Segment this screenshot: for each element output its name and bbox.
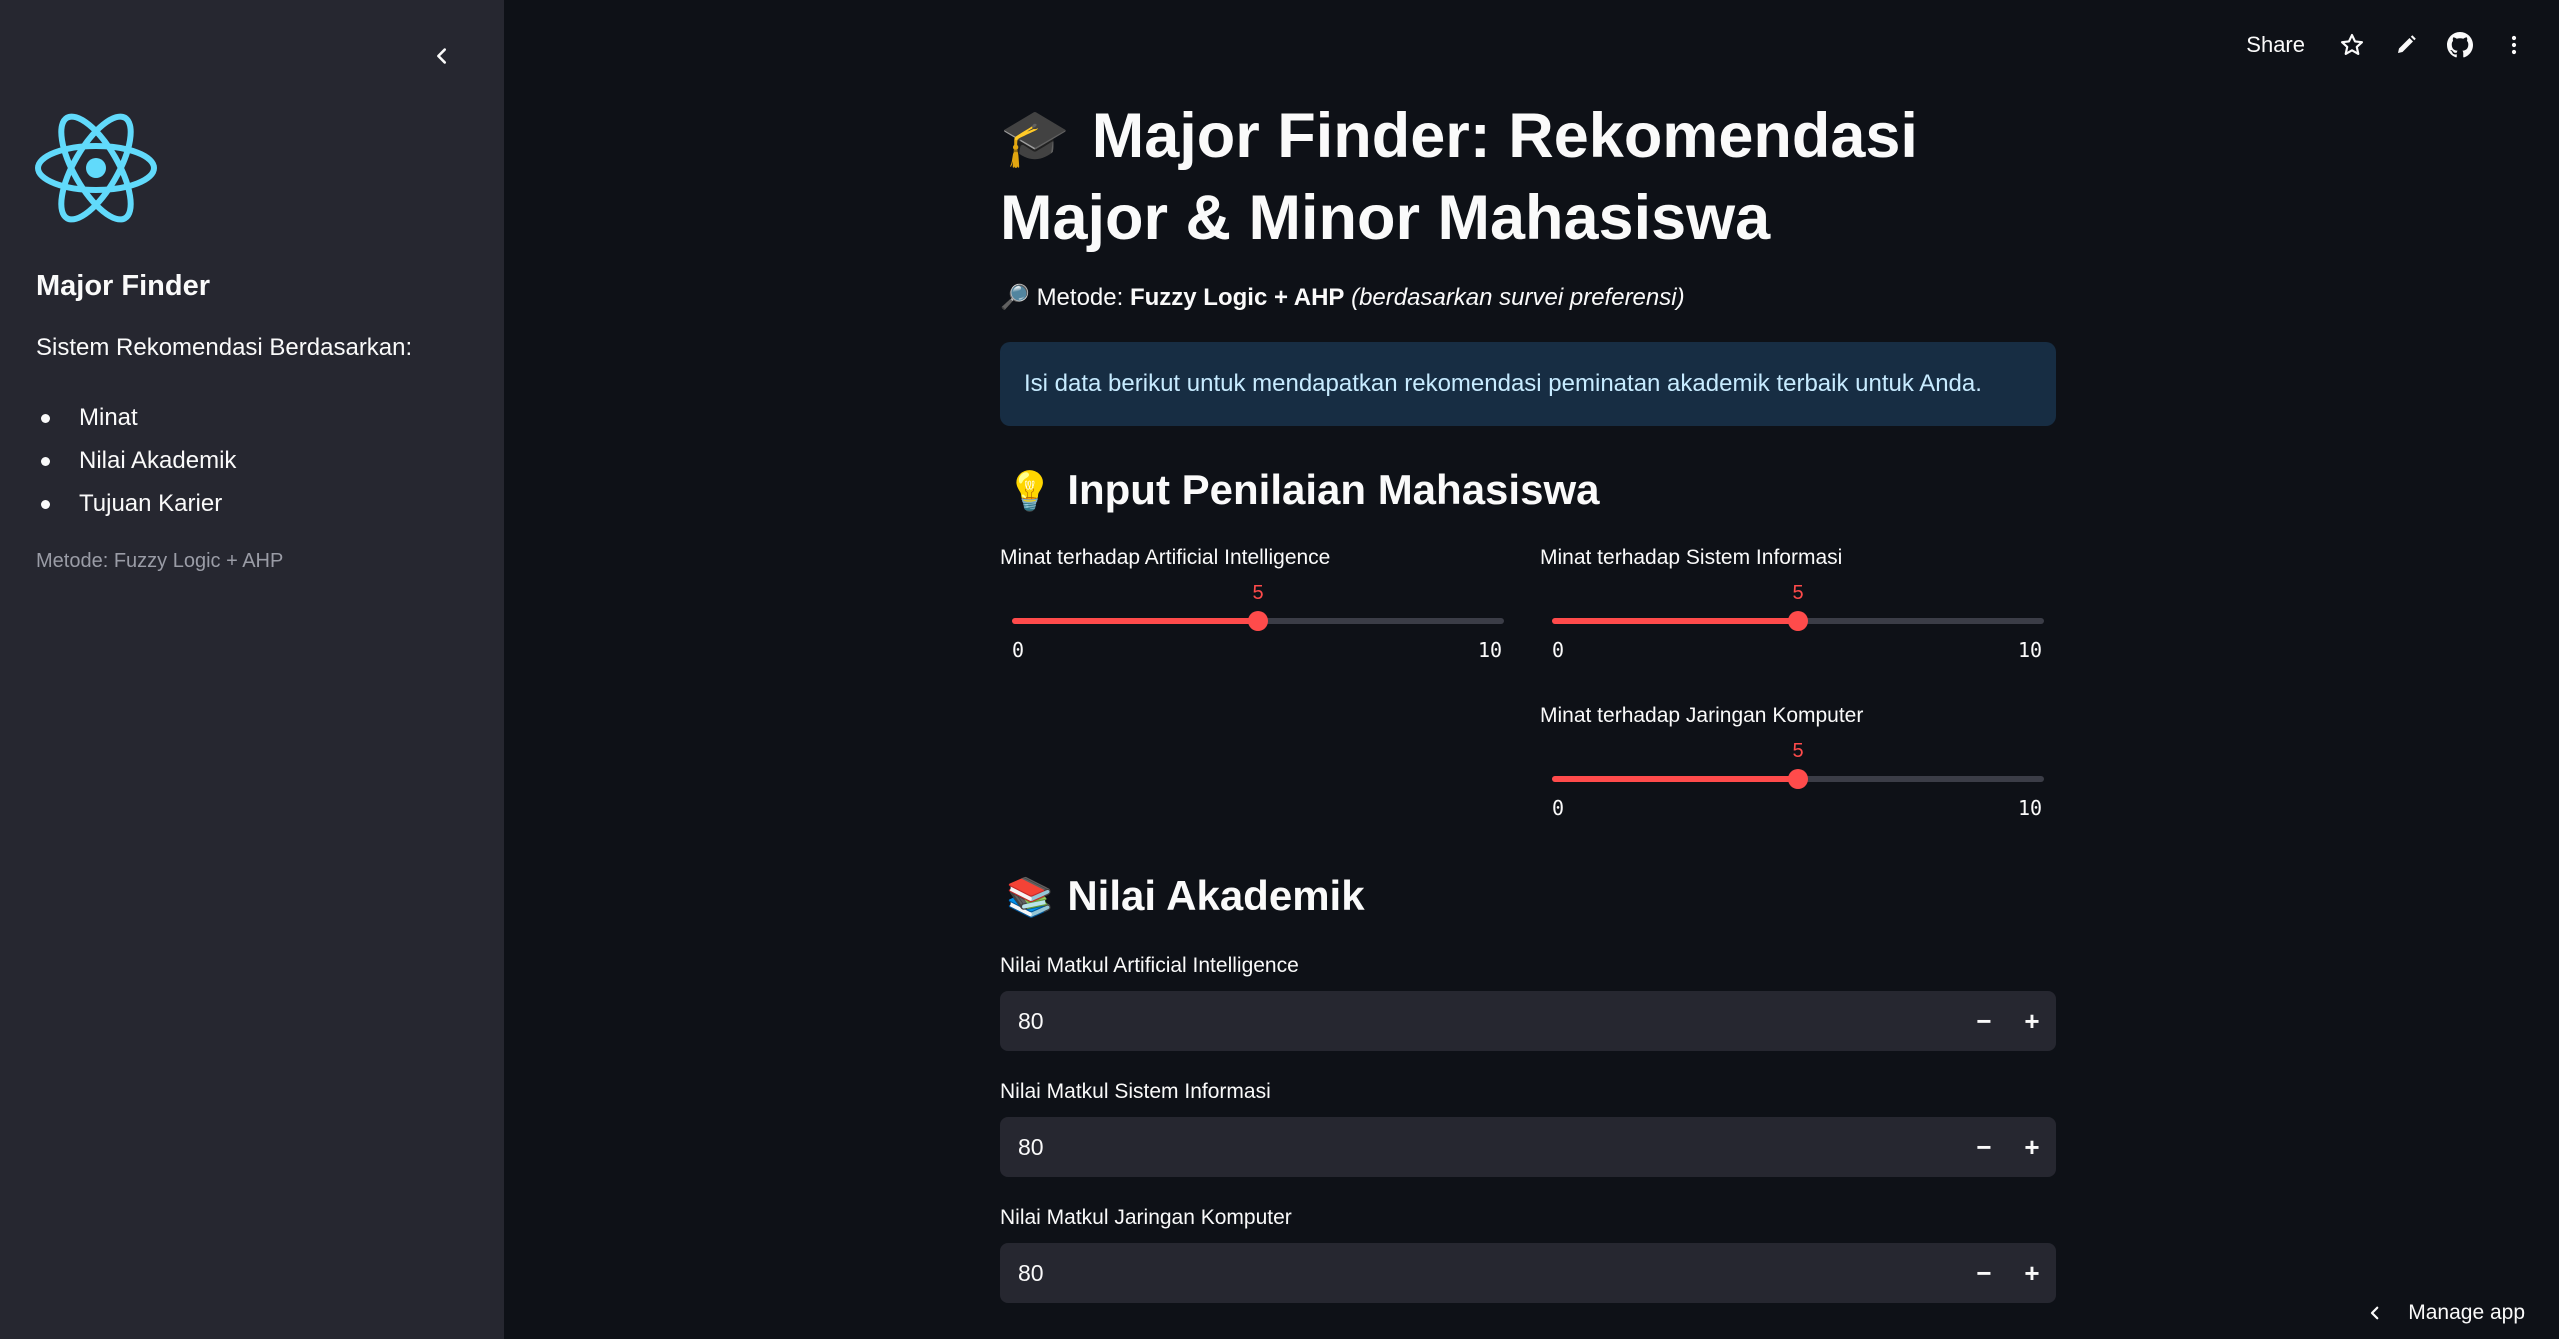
bullet-icon bbox=[41, 500, 50, 509]
grade-field-network[interactable] bbox=[1000, 1243, 1960, 1303]
slider-label: Minat terhadap Jaringan Komputer bbox=[1540, 704, 1864, 727]
slider-min: 0 bbox=[1012, 638, 1025, 662]
magnifier-icon: 🔎 bbox=[1000, 284, 1030, 311]
slider-value: 5 bbox=[1792, 582, 1804, 604]
slider-thumb[interactable] bbox=[1788, 611, 1808, 631]
star-icon[interactable] bbox=[2337, 30, 2367, 60]
number-input-network: − + bbox=[1000, 1243, 2056, 1303]
graduation-cap-icon: 🎓 bbox=[1000, 106, 1070, 169]
collapse-sidebar-button[interactable] bbox=[424, 38, 460, 74]
pencil-icon[interactable] bbox=[2391, 30, 2421, 60]
bullet-icon bbox=[41, 414, 50, 423]
react-atom-icon bbox=[35, 113, 157, 223]
slider-thumb[interactable] bbox=[1788, 769, 1808, 789]
chevron-left-icon bbox=[2371, 1306, 2379, 1320]
list-item: Nilai Akademik bbox=[36, 439, 236, 482]
slider-track[interactable] bbox=[1552, 769, 2044, 789]
slider-label: Minat terhadap Artificial Intelligence bbox=[1000, 546, 1331, 569]
share-button[interactable]: Share bbox=[2246, 32, 2305, 58]
list-item: Tujuan Karier bbox=[36, 482, 236, 525]
method-caption: 🔎 Metode: Fuzzy Logic + AHP (berdasarkan… bbox=[1000, 284, 1685, 311]
sidebar-criteria-list: Minat Nilai Akademik Tujuan Karier bbox=[36, 396, 236, 525]
increment-button[interactable]: + bbox=[2008, 991, 2056, 1051]
chevron-left-icon bbox=[437, 48, 447, 64]
increment-button[interactable]: + bbox=[2008, 1243, 2056, 1303]
manage-app-button[interactable]: Manage app bbox=[2366, 1301, 2525, 1325]
number-input-label: Nilai Matkul Jaringan Komputer bbox=[1000, 1206, 1292, 1229]
grade-field-ai[interactable] bbox=[1000, 991, 1960, 1051]
slider-label: Minat terhadap Sistem Informasi bbox=[1540, 546, 1843, 569]
slider-fill bbox=[1552, 776, 1798, 782]
slider-track[interactable] bbox=[1012, 611, 1504, 631]
kebab-menu-icon[interactable] bbox=[2499, 30, 2529, 60]
slider-min: 0 bbox=[1552, 796, 1565, 820]
info-alert: Isi data berikut untuk mendapatkan rekom… bbox=[1000, 342, 2056, 426]
sidebar-subtitle: Sistem Rekomendasi Berdasarkan: bbox=[36, 334, 413, 361]
list-item: Minat bbox=[36, 396, 236, 439]
sidebar-title: Major Finder bbox=[36, 270, 211, 302]
increment-button[interactable]: + bbox=[2008, 1117, 2056, 1177]
github-icon[interactable] bbox=[2445, 30, 2475, 60]
page-title: 🎓 Major Finder: Rekomendasi Major & Minor… bbox=[1000, 101, 1918, 253]
sidebar-method-caption: Metode: Fuzzy Logic + AHP bbox=[36, 550, 284, 572]
slider-value: 5 bbox=[1792, 740, 1804, 762]
section-heading-akademik: 📚 Nilai Akademik bbox=[1006, 872, 1365, 919]
slider-si-interest: Minat terhadap Sistem Informasi 5 0 10 bbox=[1540, 546, 2044, 662]
bullet-icon bbox=[41, 457, 50, 466]
slider-value: 5 bbox=[1252, 582, 1264, 604]
lightbulb-icon: 💡 bbox=[1006, 471, 1054, 513]
slider-fill bbox=[1012, 618, 1258, 624]
slider-ai-interest: Minat terhadap Artificial Intelligence 5… bbox=[1000, 546, 1504, 662]
decrement-button[interactable]: − bbox=[1960, 991, 2008, 1051]
decrement-button[interactable]: − bbox=[1960, 1243, 2008, 1303]
slider-max: 10 bbox=[1478, 638, 1503, 662]
slider-thumb[interactable] bbox=[1248, 611, 1268, 631]
number-input-label: Nilai Matkul Sistem Informasi bbox=[1000, 1080, 1271, 1103]
number-input-si: − + bbox=[1000, 1117, 2056, 1177]
top-toolbar: Share bbox=[2246, 30, 2529, 60]
slider-track[interactable] bbox=[1552, 611, 2044, 631]
slider-fill bbox=[1552, 618, 1798, 624]
decrement-button[interactable]: − bbox=[1960, 1117, 2008, 1177]
sidebar: Major Finder Sistem Rekomendasi Berdasar… bbox=[0, 0, 504, 1339]
section-heading-input: 💡 Input Penilaian Mahasiswa bbox=[1006, 466, 1600, 513]
slider-max: 10 bbox=[2018, 638, 2043, 662]
grade-field-si[interactable] bbox=[1000, 1117, 1960, 1177]
slider-min: 0 bbox=[1552, 638, 1565, 662]
number-input-ai: − + bbox=[1000, 991, 2056, 1051]
slider-network-interest: Minat terhadap Jaringan Komputer 5 0 10 bbox=[1540, 704, 2044, 820]
slider-max: 10 bbox=[2018, 796, 2043, 820]
books-icon: 📚 bbox=[1006, 877, 1054, 919]
number-input-label: Nilai Matkul Artificial Intelligence bbox=[1000, 954, 1299, 977]
